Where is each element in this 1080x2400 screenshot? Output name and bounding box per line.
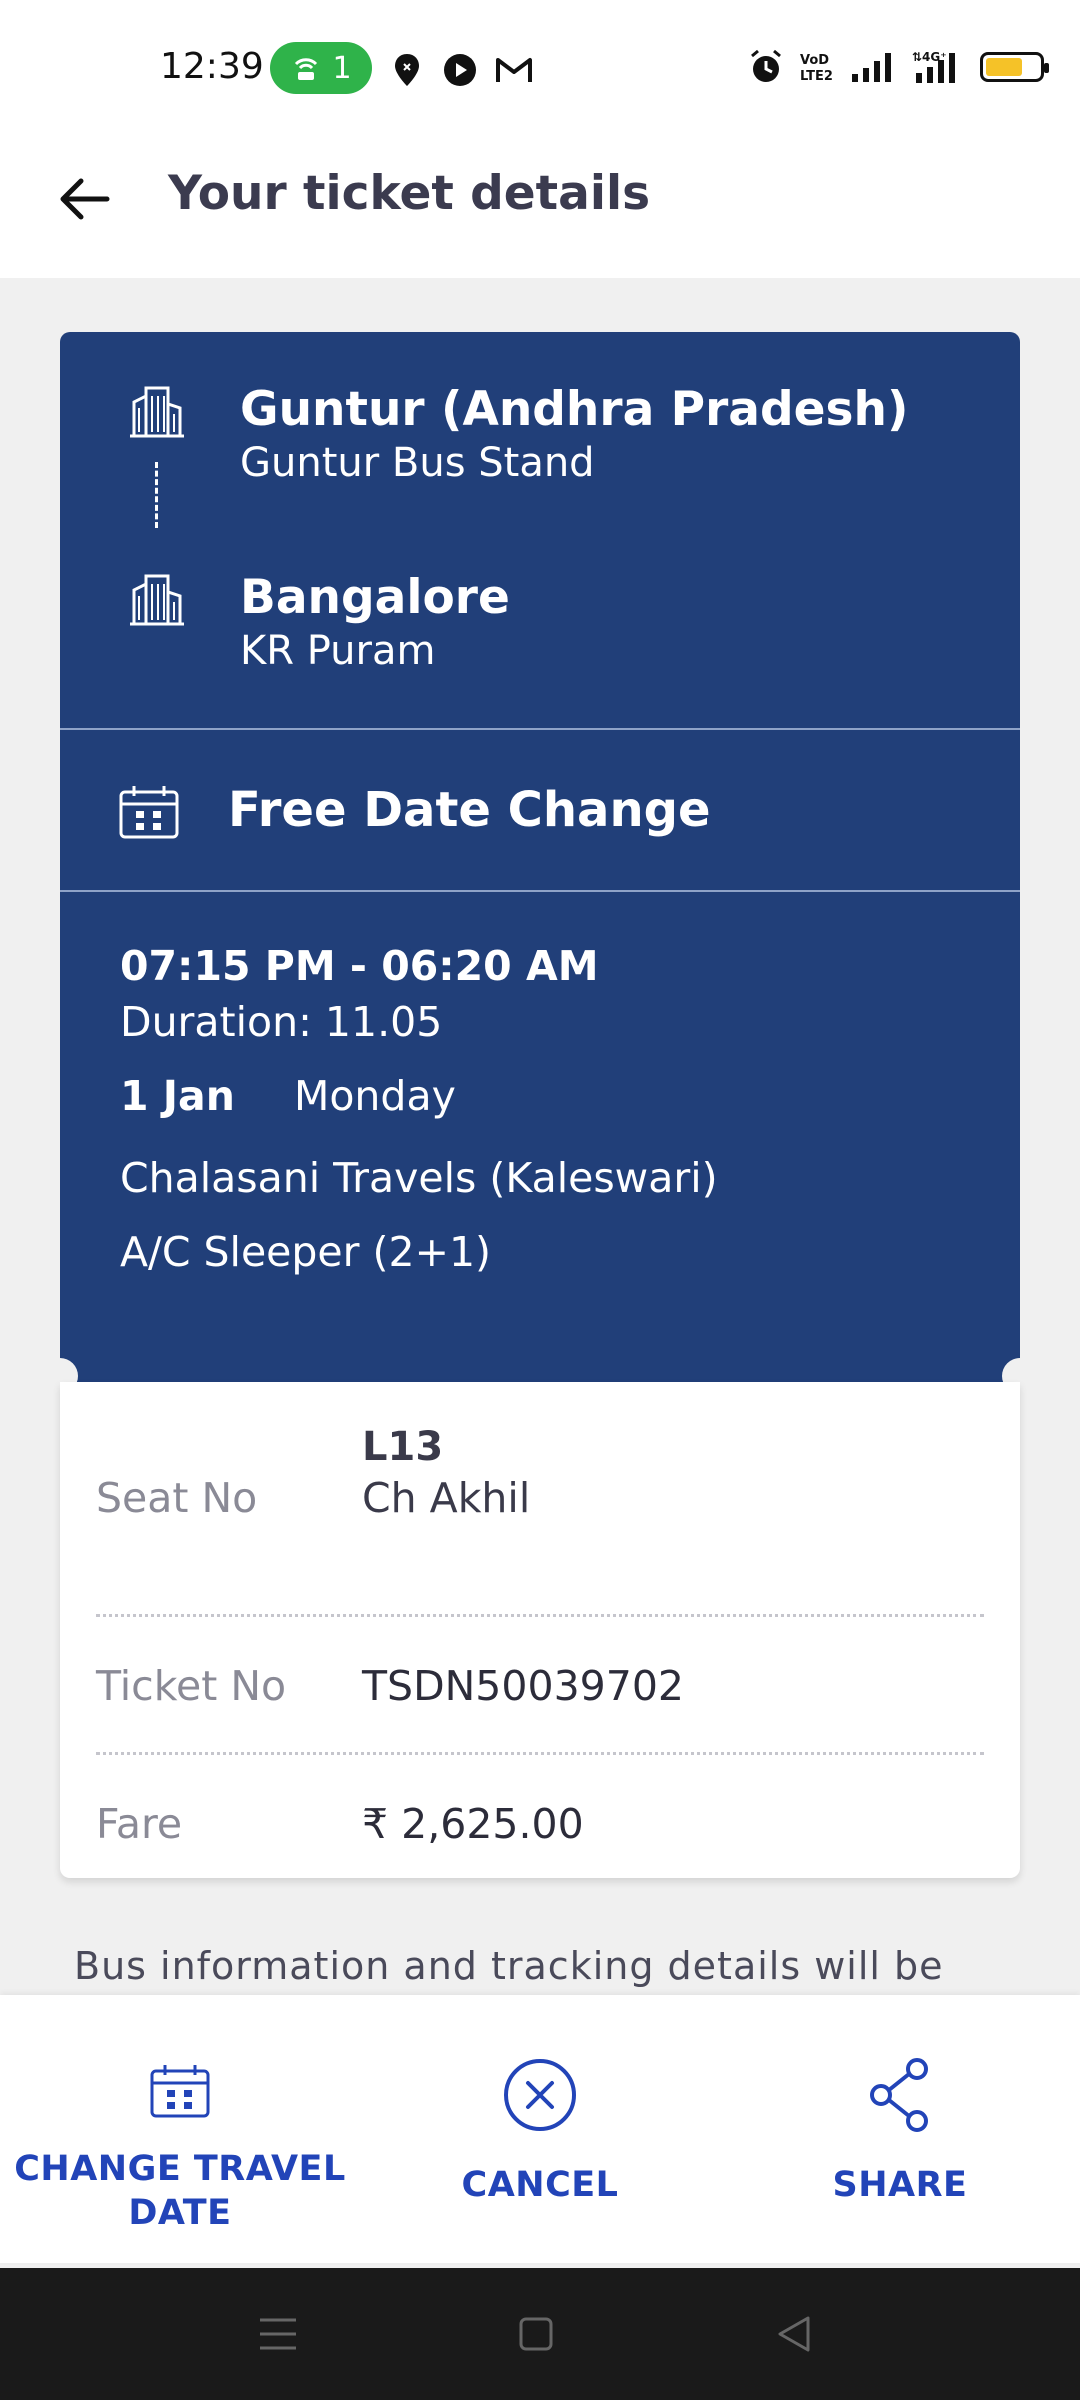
hotspot-icon bbox=[295, 58, 318, 80]
svg-text:VoD: VoD bbox=[800, 53, 829, 68]
change-travel-date-label-line2: DATE bbox=[128, 2193, 232, 2233]
signal-4g-icon: ⇅4G⁺ bbox=[912, 50, 955, 83]
play-icon bbox=[442, 50, 478, 90]
system-nav-bar bbox=[0, 2268, 1080, 2400]
bus-info-note: Bus information and tracking details wil… bbox=[74, 1944, 944, 1988]
gmail-icon bbox=[494, 50, 534, 90]
destination-stop: KR Puram bbox=[240, 628, 436, 674]
battery-icon bbox=[980, 52, 1049, 82]
calendar-icon bbox=[119, 786, 179, 839]
back-button[interactable] bbox=[50, 164, 120, 234]
free-date-change-label: Free Date Change bbox=[228, 782, 711, 838]
alarm-icon bbox=[751, 49, 781, 82]
status-right: VoD LTE2 ⇅4G⁺ bbox=[748, 48, 1049, 86]
change-travel-date-label-line1: CHANGE TRAVEL bbox=[14, 2149, 346, 2189]
divider bbox=[96, 1614, 984, 1617]
svg-text:LTE2: LTE2 bbox=[800, 69, 833, 84]
ticket-info: Seat No L13 Ch Akhil Ticket No TSDN50039… bbox=[60, 1382, 1020, 1878]
trip-date-row: 1 Jan Monday bbox=[120, 1072, 718, 1120]
app-header: Your ticket details bbox=[0, 130, 1080, 278]
recents-button[interactable] bbox=[248, 2304, 308, 2364]
action-icon-wrap bbox=[867, 2057, 933, 2133]
back-nav-button[interactable] bbox=[764, 2304, 824, 2364]
status-time: 12:39 bbox=[160, 46, 264, 87]
location-icon bbox=[392, 50, 422, 90]
share-label: SHARE bbox=[832, 2165, 968, 2205]
trip-details: 07:15 PM - 06:20 AM Duration: 11.05 1 Ja… bbox=[120, 942, 718, 1276]
origin-building-icon bbox=[130, 386, 184, 438]
menu-icon bbox=[260, 2318, 296, 2350]
cancel-button[interactable]: CANCEL bbox=[360, 1995, 720, 2263]
cancel-circle-icon bbox=[504, 2059, 576, 2131]
route-section: Guntur (Andhra Pradesh) Guntur Bus Stand… bbox=[60, 332, 1020, 730]
hotspot-count: 1 bbox=[332, 50, 352, 86]
status-bar: 12:39 1 VoD LTE2 ⇅4G⁺ bbox=[0, 0, 1080, 130]
trip-day: Monday bbox=[293, 1072, 456, 1120]
change-travel-date-label: CHANGE TRAVEL DATE bbox=[14, 2147, 346, 2235]
calendar-icon bbox=[150, 2065, 210, 2118]
passenger-name: Ch Akhil bbox=[362, 1474, 531, 1522]
origin-stop: Guntur Bus Stand bbox=[240, 440, 595, 486]
ticket-card: Guntur (Andhra Pradesh) Guntur Bus Stand… bbox=[60, 332, 1020, 1382]
trip-date: 1 Jan bbox=[120, 1072, 235, 1120]
action-icon-wrap bbox=[502, 2057, 578, 2133]
seat-number: L13 bbox=[362, 1424, 444, 1470]
divider bbox=[60, 890, 1020, 892]
share-icon bbox=[870, 2058, 928, 2132]
free-date-change: Free Date Change bbox=[60, 732, 1020, 892]
fare-amount: ₹ 2,625.00 bbox=[362, 1800, 584, 1848]
destination-building-icon bbox=[130, 574, 184, 626]
page-title: Your ticket details bbox=[168, 166, 651, 221]
fare-label: Fare bbox=[96, 1800, 183, 1848]
ticket-no-label: Ticket No bbox=[96, 1662, 287, 1710]
arrow-left-icon bbox=[60, 178, 110, 220]
back-triangle-icon bbox=[778, 2316, 810, 2352]
home-button[interactable] bbox=[506, 2304, 566, 2364]
hotspot-indicator: 1 bbox=[270, 42, 372, 94]
cancel-label: CANCEL bbox=[461, 2165, 619, 2205]
trip-duration: Duration: 11.05 bbox=[120, 998, 443, 1046]
share-button[interactable]: SHARE bbox=[720, 1995, 1080, 2263]
ticket-number: TSDN50039702 bbox=[362, 1662, 684, 1710]
change-travel-date-button[interactable]: CHANGE TRAVEL DATE bbox=[0, 1995, 360, 2263]
volte-icon: VoDLTE2 bbox=[800, 53, 833, 84]
home-square-icon bbox=[519, 2317, 553, 2351]
bus-operator: Chalasani Travels (Kaleswari) bbox=[120, 1154, 718, 1202]
bus-type: A/C Sleeper (2+1) bbox=[120, 1228, 492, 1276]
destination-city: Bangalore bbox=[240, 570, 510, 625]
signal-icon bbox=[852, 53, 891, 82]
route-connector bbox=[155, 462, 158, 528]
divider bbox=[60, 728, 1020, 730]
action-bar: CHANGE TRAVEL DATE CANCEL SHARE bbox=[0, 1995, 1080, 2263]
divider bbox=[96, 1752, 984, 1755]
trip-time-range: 07:15 PM - 06:20 AM bbox=[120, 942, 599, 990]
origin-city: Guntur (Andhra Pradesh) bbox=[240, 382, 909, 437]
action-icon-wrap bbox=[149, 2053, 211, 2129]
seat-label: Seat No bbox=[96, 1474, 258, 1522]
